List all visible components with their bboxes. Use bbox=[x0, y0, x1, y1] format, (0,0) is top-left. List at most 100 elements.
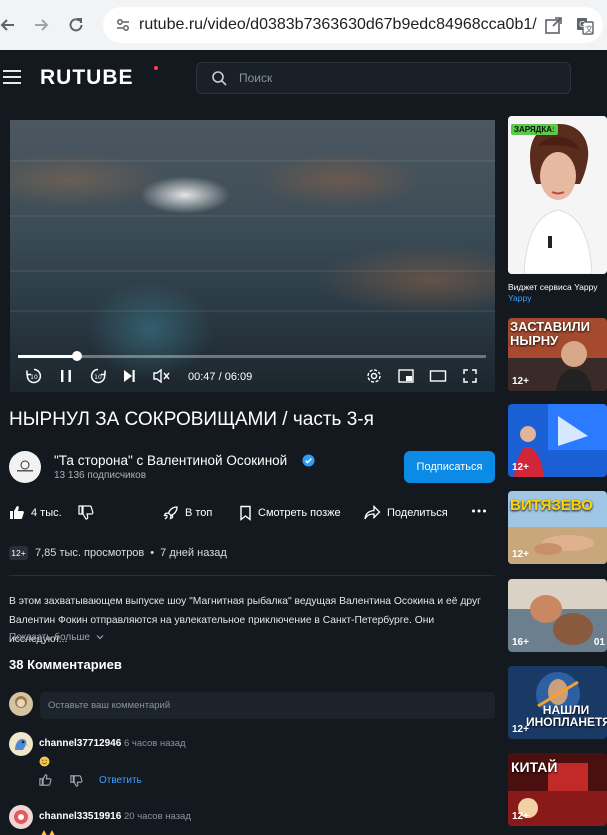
sidebar-age-badge: 12+ bbox=[512, 724, 529, 735]
sidebar-video-6[interactable]: НАШЛИ ИНОПЛАНЕТЯНИНА 12+ bbox=[508, 666, 607, 739]
comment-author[interactable]: channel33519916 bbox=[39, 811, 121, 822]
dislike-button[interactable] bbox=[78, 505, 100, 520]
search-icon bbox=[212, 71, 227, 86]
reply-button[interactable]: Ответить bbox=[99, 775, 142, 786]
pause-button[interactable] bbox=[57, 367, 75, 385]
sidebar-video-3[interactable]: 12+ bbox=[508, 404, 607, 477]
logo-dot bbox=[154, 66, 158, 70]
to-top-label: В топ bbox=[185, 507, 213, 519]
sidebar-timestamp: 01 bbox=[593, 637, 605, 648]
sidebar-video-1[interactable]: ЗАРЯДКА: bbox=[508, 116, 607, 274]
search-input[interactable]: Поиск bbox=[196, 62, 571, 94]
sidebar-age-badge: 16+ bbox=[512, 637, 529, 648]
divider bbox=[9, 575, 495, 576]
back-icon[interactable] bbox=[0, 13, 20, 37]
comment-avatar[interactable] bbox=[9, 732, 33, 756]
sidebar-overlay-text: ЗАСТАВИЛИ НЫРНУ bbox=[510, 319, 590, 348]
miniplayer-icon[interactable] bbox=[397, 367, 415, 385]
show-more-button[interactable]: Показать больше bbox=[9, 632, 104, 643]
next-button[interactable] bbox=[120, 367, 138, 385]
share-button[interactable]: Поделиться bbox=[364, 505, 448, 520]
verified-badge-icon bbox=[302, 454, 315, 467]
sidebar-age-badge: 12+ bbox=[512, 376, 529, 387]
water-ripple bbox=[10, 310, 495, 312]
comment-author[interactable]: channel37712946 bbox=[39, 738, 121, 749]
svg-text:文: 文 bbox=[585, 24, 593, 34]
sidebar-video-7[interactable]: КИТАЙ 12+ bbox=[508, 753, 607, 826]
description-line: Валентин Фокин отправляются на увлекател… bbox=[9, 615, 435, 645]
seek-bar[interactable] bbox=[18, 351, 486, 361]
view-count: 7,85 тыс. просмотров bbox=[35, 547, 145, 559]
show-more-label: Показать больше bbox=[9, 632, 90, 643]
like-button[interactable]: 4 тыс. bbox=[9, 505, 62, 520]
publish-date: 7 дней назад bbox=[160, 547, 227, 559]
open-external-icon[interactable] bbox=[543, 16, 563, 36]
rocket-icon bbox=[163, 506, 178, 520]
comment-like-icon[interactable] bbox=[39, 774, 52, 786]
bookmark-icon bbox=[240, 505, 251, 521]
comment-time: 6 часов назад bbox=[124, 738, 186, 749]
comment-input[interactable]: Оставьте ваш комментарий bbox=[40, 692, 495, 719]
sidebar-overlay-text: КИТАЙ bbox=[511, 759, 558, 775]
mute-button[interactable] bbox=[152, 367, 170, 385]
comment-avatar[interactable] bbox=[9, 805, 33, 829]
thumbs-down-icon bbox=[78, 505, 94, 520]
fullscreen-icon[interactable] bbox=[461, 367, 479, 385]
sidebar-video-4[interactable]: ВИТЯЗЕВО 12+ bbox=[508, 491, 607, 564]
clap-emoji-icon bbox=[41, 830, 55, 835]
sidebar-video-5[interactable]: 16+ 01 bbox=[508, 579, 607, 652]
sidebar-age-badge: 12+ bbox=[512, 549, 529, 560]
forward-10-label: 10 bbox=[94, 374, 102, 381]
channel-avatar[interactable] bbox=[9, 451, 41, 483]
sidebar-age-badge: 12+ bbox=[512, 811, 529, 822]
sidebar-caption: Виджет сервиса Yappy bbox=[508, 282, 598, 292]
video-player[interactable]: 10 10 00:47 / 06:09 bbox=[10, 120, 495, 392]
site-logo[interactable]: RUTUBE bbox=[40, 66, 134, 90]
sidebar-age-badge: 12+ bbox=[512, 462, 529, 473]
search-placeholder: Поиск bbox=[239, 71, 273, 85]
rewind-10-label: 10 bbox=[30, 374, 38, 381]
settings-icon[interactable] bbox=[365, 367, 383, 385]
browser-toolbar: rutube.ru/video/d0383b7363630d67b9edc849… bbox=[0, 0, 607, 50]
forward-10-button[interactable]: 10 bbox=[89, 367, 107, 385]
sidebar-overlay-text: ВИТЯЗЕВО bbox=[510, 497, 593, 514]
theater-mode-icon[interactable] bbox=[429, 367, 447, 385]
chevron-down-icon bbox=[96, 635, 104, 640]
sidebar-overlay-text: НАШЛИ ИНОПЛАНЕТЯНИНА bbox=[526, 703, 607, 729]
meta-separator: • bbox=[150, 547, 155, 559]
watch-later-button[interactable]: Смотреть позже bbox=[239, 505, 341, 521]
reload-icon[interactable] bbox=[64, 13, 88, 37]
sidebar-thumbnail bbox=[508, 116, 607, 274]
site-info-icon[interactable] bbox=[115, 17, 131, 33]
more-options-icon[interactable] bbox=[471, 503, 493, 519]
menu-icon[interactable] bbox=[3, 70, 21, 84]
current-user-avatar bbox=[9, 692, 33, 716]
forward-icon[interactable] bbox=[29, 13, 53, 37]
water-ripple bbox=[10, 160, 495, 162]
channel-name[interactable]: "Та сторона" с Валентиной Осокиной bbox=[54, 453, 287, 468]
sidebar-video-2[interactable]: ЗАСТАВИЛИ НЫРНУ 12+ bbox=[508, 318, 607, 391]
water-ripple bbox=[10, 270, 495, 272]
comment-time: 20 часов назад bbox=[124, 811, 191, 822]
description-line: В этом захватывающем выпуске шоу "Магнит… bbox=[9, 596, 481, 607]
translate-icon[interactable]: G文 bbox=[575, 16, 595, 36]
address-bar[interactable]: rutube.ru/video/d0383b7363630d67b9edc849… bbox=[103, 7, 603, 43]
time-display: 00:47 / 06:09 bbox=[188, 371, 253, 383]
share-label: Поделиться bbox=[387, 506, 448, 519]
seek-bar-played bbox=[18, 355, 78, 358]
share-icon bbox=[364, 505, 381, 520]
watch-later-label: Смотреть позже bbox=[258, 507, 341, 519]
comment-text bbox=[39, 756, 50, 770]
comment-dislike-icon[interactable] bbox=[70, 775, 83, 787]
site-header: RUTUBE Поиск bbox=[0, 50, 607, 107]
water-ripple bbox=[10, 215, 495, 217]
sidebar-source[interactable]: Yappy bbox=[508, 293, 531, 303]
subscribe-button[interactable]: Подписаться bbox=[404, 451, 495, 483]
url-text: rutube.ru/video/d0383b7363630d67b9edc849… bbox=[139, 16, 537, 33]
to-top-button[interactable]: В топ bbox=[163, 505, 212, 521]
video-title: НЫРНУЛ ЗА СОКРОВИЩАМИ / часть 3-я bbox=[9, 409, 374, 430]
comments-heading: 38 Комментариев bbox=[9, 657, 122, 672]
like-count: 4 тыс. bbox=[31, 506, 62, 519]
rewind-10-button[interactable]: 10 bbox=[25, 367, 43, 385]
smile-emoji-icon bbox=[39, 756, 50, 767]
